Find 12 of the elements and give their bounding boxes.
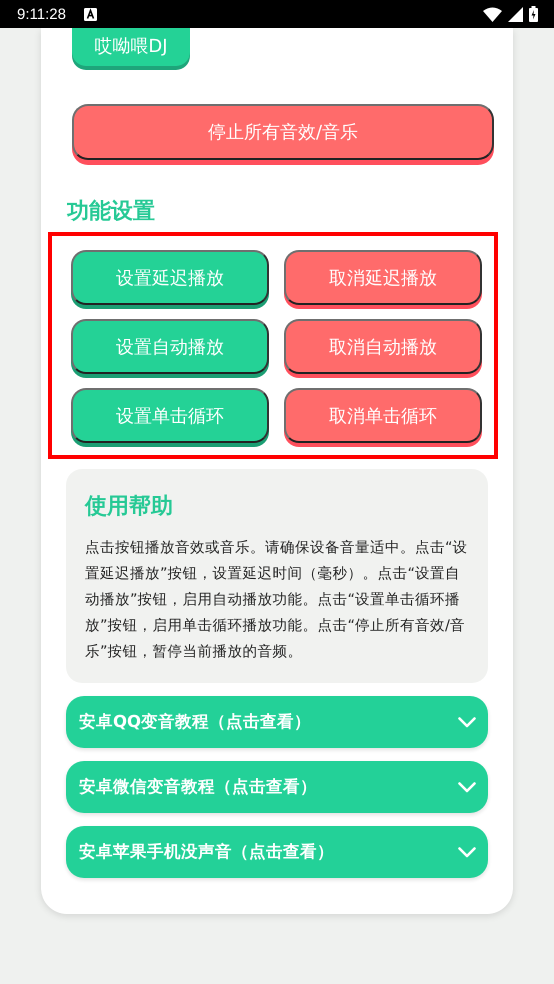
- signal-icon: [508, 6, 523, 22]
- help-title: 使用帮助: [85, 493, 174, 521]
- sound-button[interactable]: 哎呦喂DJ: [72, 28, 190, 66]
- keyboard-notification-icon: [84, 8, 97, 20]
- accordion-header[interactable]: 安卓微信变音教程（点击查看）: [66, 761, 488, 813]
- wifi-icon: [483, 6, 502, 22]
- battery-icon: [529, 6, 538, 22]
- accordion-header[interactable]: 安卓QQ变音教程（点击查看）: [66, 696, 488, 748]
- accordion-header[interactable]: 安卓苹果手机没声音（点击查看）: [66, 826, 488, 878]
- section-title: 功能设置: [67, 198, 156, 226]
- help-text: 点击按钮播放音效或音乐。请确保设备音量适中。点击“设置延迟播放”按钮，设置延迟时间（毫秒）。点击“设置自动播放”按钮，启用自动播放功能。点击“设置单击循环播放”按钮，启用单击循环播放功能。点击“停止所有音效/音乐”按钮，暂停当前播放的音频。: [85, 538, 469, 662]
- clock-time: 9:11:28: [17, 6, 66, 22]
